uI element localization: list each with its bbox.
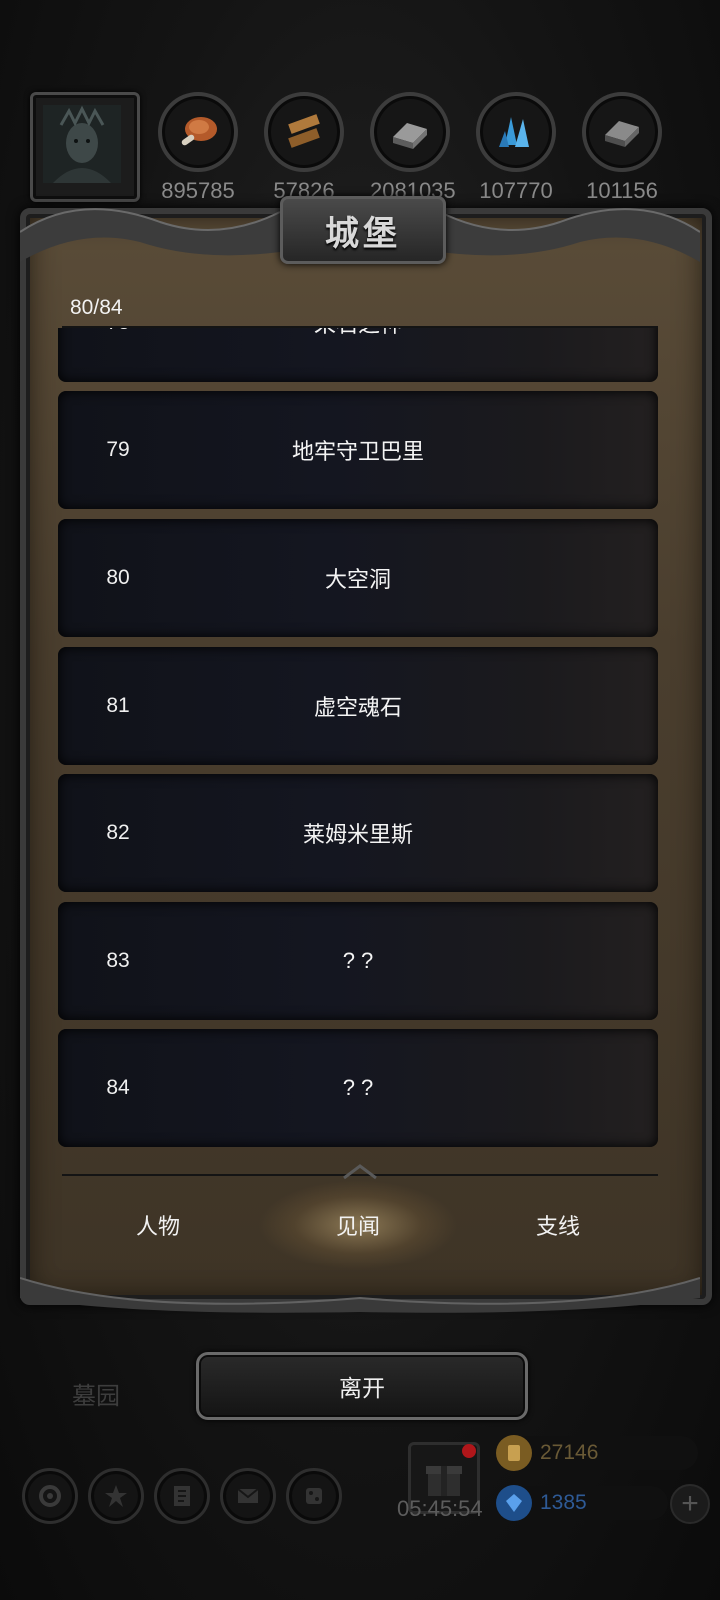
list-item-name: 虚空魂石 bbox=[313, 695, 402, 720]
gem-amount: 1385 bbox=[540, 1491, 587, 1514]
list-item-number: 83 bbox=[106, 949, 130, 972]
list-item-name: 采石之神 bbox=[208, 328, 508, 382]
panel-bottom-ornament bbox=[20, 1277, 700, 1313]
add-currency-button[interactable]: + bbox=[670, 1484, 710, 1524]
list-item-name: 莱姆米里斯 bbox=[302, 822, 413, 847]
gift-timer: 05:45:54 bbox=[397, 1496, 483, 1521]
resource-steel[interactable]: 101156 bbox=[582, 92, 662, 204]
mail-button[interactable] bbox=[220, 1468, 276, 1524]
tab-characters[interactable]: 人物 bbox=[58, 1180, 258, 1270]
panel-title: 城堡 bbox=[325, 213, 401, 254]
settings-button[interactable] bbox=[22, 1468, 78, 1524]
gem-currency[interactable]: 1385 bbox=[496, 1485, 668, 1521]
leave-button[interactable]: 离开 bbox=[196, 1352, 528, 1420]
plus-icon: + bbox=[681, 1487, 699, 1520]
list-item-number: 81 bbox=[106, 694, 130, 717]
resource-wood[interactable]: 57826 bbox=[264, 92, 344, 204]
gift-box-icon bbox=[426, 1466, 462, 1496]
list-item[interactable]: 84 ? ? bbox=[58, 1029, 658, 1147]
list-item-name: 大空洞 bbox=[324, 567, 391, 592]
meat-icon bbox=[181, 117, 217, 146]
bestiary-button[interactable] bbox=[154, 1468, 210, 1524]
tab-lore[interactable]: 见闻 bbox=[258, 1180, 458, 1270]
blue-gem-icon bbox=[496, 1485, 532, 1521]
list-item[interactable]: 80 大空洞 bbox=[58, 519, 658, 637]
list-item-number: 84 bbox=[106, 1076, 130, 1099]
mail-icon bbox=[237, 1488, 259, 1503]
gold-amount: 27146 bbox=[540, 1441, 599, 1464]
list-item-name: ? ? bbox=[342, 1075, 374, 1100]
lore-list[interactable]: 78 采石之神 79 地牢守卫巴里 80 大空洞 81 虚空魂石 82 莱姆米里… bbox=[58, 328, 658, 1168]
resource-meat[interactable]: 895785 bbox=[158, 92, 238, 204]
location-label-cemetery: 墓园 bbox=[72, 1383, 120, 1410]
list-item-name: 地牢守卫巴里 bbox=[291, 439, 424, 464]
list-item-number: 82 bbox=[106, 821, 130, 844]
bestiary-icon bbox=[174, 1486, 190, 1506]
list-item[interactable]: 83 ? ? bbox=[58, 902, 658, 1020]
list-item-name: ? ? bbox=[342, 948, 374, 973]
list-item-number: 80 bbox=[106, 566, 130, 589]
panel-title-plate: 城堡 bbox=[280, 196, 446, 264]
tab-side-quests[interactable]: 支线 bbox=[458, 1180, 658, 1270]
dice-button[interactable] bbox=[286, 1468, 342, 1524]
list-item[interactable]: 82 莱姆米里斯 bbox=[58, 774, 658, 892]
achievement-button[interactable] bbox=[88, 1468, 144, 1524]
panel-tabs: 人物 见闻 支线 bbox=[58, 1180, 658, 1270]
portrait-icon bbox=[43, 105, 121, 183]
resource-iron[interactable]: 2081035 bbox=[370, 92, 456, 204]
iron-ingot-icon bbox=[393, 123, 427, 149]
crystal-icon bbox=[499, 117, 529, 147]
wood-icon bbox=[288, 114, 320, 148]
scroll-up-chevron-icon bbox=[343, 1164, 377, 1180]
list-item[interactable]: 79 地牢守卫巴里 bbox=[58, 391, 658, 509]
settings-icon bbox=[39, 1485, 61, 1507]
list-item-number: 79 bbox=[106, 438, 130, 461]
progress-counter: 80/84 bbox=[70, 296, 123, 319]
list-item[interactable]: 81 虚空魂石 bbox=[58, 647, 658, 765]
gold-scroll-icon bbox=[496, 1435, 532, 1471]
list-item[interactable]: 78 采石之神 bbox=[58, 328, 658, 382]
resource-crystal[interactable]: 107770 bbox=[476, 92, 556, 204]
gold-currency[interactable]: 27146 bbox=[496, 1435, 698, 1471]
list-item-number: 78 bbox=[78, 328, 158, 382]
steel-ingot-icon bbox=[605, 121, 639, 147]
player-avatar[interactable] bbox=[30, 92, 140, 202]
dice-icon bbox=[306, 1488, 322, 1504]
achievement-icon bbox=[105, 1485, 127, 1507]
notification-dot bbox=[462, 1444, 476, 1458]
